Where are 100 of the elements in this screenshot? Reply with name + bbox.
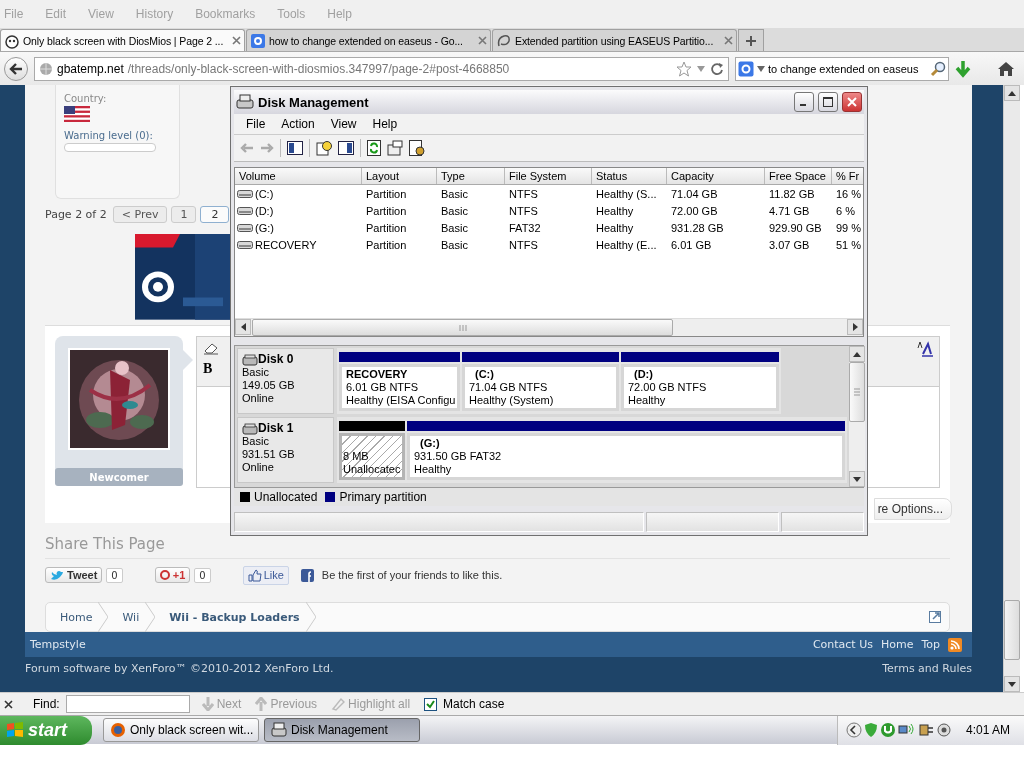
disk-app-icon (236, 94, 254, 110)
column-header[interactable]: Type (437, 168, 505, 184)
download-icon[interactable] (955, 59, 971, 78)
panel-icon[interactable] (338, 141, 354, 155)
horizontal-scrollbar[interactable] (235, 318, 863, 336)
site-icon (496, 32, 512, 49)
rss-icon[interactable] (948, 637, 962, 652)
footer-link[interactable]: Top (921, 638, 940, 651)
breadcrumb-link[interactable]: Wii (108, 610, 146, 624)
disk-state: Online (242, 461, 275, 474)
home-icon[interactable] (997, 60, 1015, 77)
taskbar-button[interactable]: Disk Management (264, 718, 420, 742)
scrollbar[interactable] (1003, 85, 1020, 692)
table-cell-text: Healthy (E... (595, 238, 658, 251)
match-case-checkbox[interactable] (424, 697, 438, 711)
column-header[interactable]: Status (592, 168, 667, 184)
drive-icon (237, 205, 253, 216)
table-cell-text: 4.71 GB (768, 204, 811, 217)
vertical-scrollbar[interactable] (849, 346, 865, 487)
table-cell-text: 16 % (835, 187, 863, 200)
panel-icon[interactable] (287, 141, 303, 155)
scrollbar-thumb[interactable] (1004, 600, 1020, 660)
search-icon[interactable] (930, 60, 946, 77)
eraser-icon[interactable] (203, 341, 219, 356)
bold-button[interactable]: B (203, 361, 219, 378)
breadcrumb-link[interactable]: Home (46, 610, 99, 624)
help-icon[interactable] (316, 140, 332, 156)
like-button[interactable]: Like (242, 565, 289, 585)
column-header[interactable]: Free Space (765, 168, 832, 184)
settings-icon[interactable] (409, 140, 425, 156)
disk-type: Basic (242, 366, 270, 379)
star-icon[interactable] (676, 60, 692, 77)
taskbar-button[interactable]: Only black screen wit... (103, 718, 259, 742)
chevron-icon[interactable] (845, 722, 862, 738)
page-button[interactable]: 1 (171, 206, 197, 224)
table-cell-text: FAT32 (508, 221, 542, 234)
minimize-button[interactable] (794, 92, 814, 112)
column-header[interactable]: Layout (362, 168, 437, 184)
thumbs-up-icon (247, 568, 262, 582)
close-icon[interactable] (4, 699, 13, 709)
browser-tab[interactable]: how to change extended on easeus - Go... (246, 29, 491, 51)
torrent-icon[interactable] (879, 722, 896, 738)
partition-status: Healthy (414, 463, 453, 476)
partition-size: 72.00 GB NTFS (628, 381, 708, 394)
power-plug-icon[interactable] (917, 722, 934, 738)
font-size-icon[interactable] (917, 341, 933, 358)
plus-one-button[interactable]: +1 (154, 567, 191, 584)
match-case-label: Match case (443, 697, 505, 711)
warning-level-label: Warning level (0): (64, 130, 153, 141)
breadcrumb-link[interactable]: Wii - Backup Loaders (155, 610, 306, 624)
column-header[interactable]: % Fr (832, 168, 863, 184)
column-header[interactable]: File System (505, 168, 592, 184)
external-link-icon[interactable] (929, 611, 941, 623)
footer-link[interactable]: Home (880, 638, 914, 651)
find-field[interactable] (65, 695, 190, 713)
menu-item[interactable]: Help (364, 117, 406, 131)
disk-label[interactable]: Disk 1 Basic 931.51 GB Online (237, 417, 334, 483)
caret-icon (757, 65, 765, 72)
reload-icon[interactable] (710, 61, 724, 76)
footer-link[interactable]: Contact Us (812, 638, 873, 651)
browser-tab[interactable]: Only black screen with DiosMios | Page 2 ... (0, 29, 245, 51)
arrow-left-icon (9, 62, 23, 75)
speaker-icon[interactable] (935, 722, 952, 738)
new-tab-button[interactable] (738, 29, 764, 51)
terms-link[interactable]: Terms and Rules (882, 662, 972, 675)
check-icon (426, 699, 436, 709)
arrow-up-icon (853, 351, 861, 357)
close-button[interactable] (842, 92, 862, 112)
menu-item[interactable]: View (322, 117, 365, 131)
legend-label: Unallocated (254, 490, 318, 504)
column-header[interactable]: Volume (235, 168, 362, 184)
more-options-button[interactable]: re Options... (873, 498, 952, 521)
menu-item[interactable]: Action (273, 117, 323, 131)
caret-icon[interactable] (696, 64, 706, 73)
table-cell-text: 3.07 GB (768, 238, 811, 251)
facebook-icon (300, 568, 314, 582)
menu-item[interactable]: File (238, 117, 274, 131)
disk-label[interactable]: Disk 0 Basic 149.05 GB Online (237, 348, 334, 414)
browser-tab[interactable]: Extended partition using EASEUS Partitio... (492, 29, 737, 51)
properties-icon[interactable] (387, 140, 403, 156)
prev-page-button[interactable]: < Prev (112, 206, 168, 224)
arrow-up-icon (255, 697, 268, 711)
page-button[interactable]: 2 (200, 206, 230, 224)
style-link[interactable]: Tempstyle (30, 638, 86, 651)
maximize-button[interactable] (818, 92, 838, 112)
partition-size: 6.01 GB NTFS (346, 381, 420, 394)
partition-size: 71.04 GB NTFS (469, 381, 549, 394)
address-field[interactable]: gbatemp.net /threads/only-black-screen-with-diosmios.347997/page-2#post-4668850 (34, 56, 729, 81)
column-header[interactable]: Capacity (667, 168, 765, 184)
plus-one-count: 0 (194, 567, 211, 583)
marker-icon (331, 697, 346, 711)
back-button[interactable] (4, 56, 28, 81)
arrow-down-icon (201, 697, 214, 711)
legend-label: Primary partition (339, 490, 427, 504)
search-field[interactable]: to change extended on easeus (735, 56, 949, 81)
refresh-icon[interactable] (367, 140, 381, 156)
table-cell-text: Basic (440, 221, 469, 234)
table-cell-text: Partition (365, 221, 408, 234)
tweet-button[interactable]: Tweet (45, 567, 103, 584)
table-cell: (G:) (255, 221, 274, 234)
